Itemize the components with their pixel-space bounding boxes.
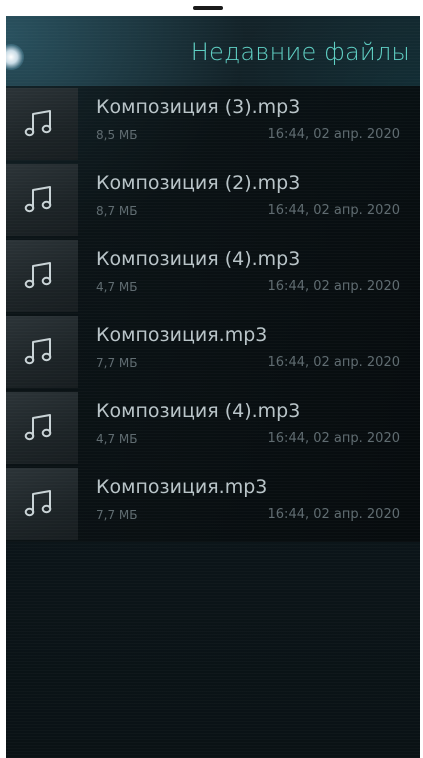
file-size: 7,7 МБ — [96, 356, 138, 370]
list-item[interactable]: Композиция.mp3 7,7 МБ 16:44, 02 апр. 202… — [6, 314, 420, 390]
page-title: Недавние файлы — [190, 38, 410, 66]
music-note-icon — [24, 490, 52, 517]
file-size: 7,7 МБ — [96, 508, 138, 522]
music-note-icon — [24, 338, 52, 365]
file-date: 16:44, 02 апр. 2020 — [267, 431, 400, 446]
music-note-icon — [24, 414, 52, 441]
file-name: Композиция (4).mp3 — [96, 248, 301, 270]
music-note-icon — [24, 186, 52, 213]
list-item[interactable]: Композиция.mp3 7,7 МБ 16:44, 02 апр. 202… — [6, 466, 420, 542]
file-date: 16:44, 02 апр. 2020 — [267, 203, 400, 218]
file-thumbnail — [6, 392, 78, 464]
file-name: Композиция (2).mp3 — [96, 172, 301, 194]
file-name: Композиция (3).mp3 — [96, 96, 301, 118]
list-item[interactable]: Композиция (4).mp3 4,7 МБ 16:44, 02 апр.… — [6, 238, 420, 314]
file-name: Композиция.mp3 — [96, 324, 268, 346]
recent-files-list: Композиция (3).mp3 8,5 МБ 16:44, 02 апр.… — [6, 86, 420, 542]
file-name: Композиция (4).mp3 — [96, 400, 301, 422]
file-size: 8,7 МБ — [96, 204, 138, 218]
music-note-icon — [24, 110, 52, 137]
list-item[interactable]: Композиция (2).mp3 8,7 МБ 16:44, 02 апр.… — [6, 162, 420, 238]
app-screen: Недавние файлы Композиция (3).mp3 8,5 МБ… — [6, 16, 420, 758]
file-date: 16:44, 02 апр. 2020 — [267, 507, 400, 522]
file-thumbnail — [6, 240, 78, 312]
file-date: 16:44, 02 апр. 2020 — [267, 279, 400, 294]
file-date: 16:44, 02 апр. 2020 — [267, 127, 400, 142]
file-size: 8,5 МБ — [96, 128, 138, 142]
file-thumbnail — [6, 164, 78, 236]
status-bar — [0, 0, 423, 16]
list-item[interactable]: Композиция (3).mp3 8,5 МБ 16:44, 02 апр.… — [6, 86, 420, 162]
notch-indicator — [193, 6, 223, 10]
file-thumbnail — [6, 316, 78, 388]
music-note-icon — [24, 262, 52, 289]
list-item[interactable]: Композиция (4).mp3 4,7 МБ 16:44, 02 апр.… — [6, 390, 420, 466]
pulley-menu-indicator[interactable] — [6, 44, 24, 70]
file-thumbnail — [6, 88, 78, 160]
file-name: Композиция.mp3 — [96, 476, 268, 498]
file-date: 16:44, 02 апр. 2020 — [267, 355, 400, 370]
file-thumbnail — [6, 468, 78, 540]
file-size: 4,7 МБ — [96, 280, 138, 294]
file-size: 4,7 МБ — [96, 432, 138, 446]
